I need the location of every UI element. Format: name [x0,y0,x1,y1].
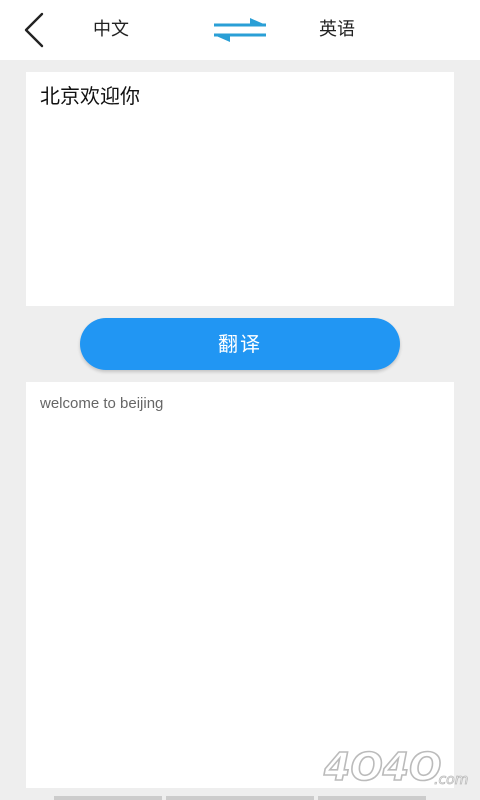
translation-result-panel: welcome to beijing [26,382,454,788]
swap-languages-button[interactable] [210,14,270,46]
chevron-left-icon [24,12,44,48]
watermark-suffix: .com [434,772,468,788]
bottom-tab-indicator [166,796,314,800]
bottom-tab-strip [54,796,426,800]
bottom-tab-indicator [318,796,426,800]
back-button[interactable] [14,10,54,50]
target-language-selector[interactable]: 英语 [319,0,355,60]
translate-button[interactable]: 翻译 [80,318,400,370]
top-bar: 中文 英语 [0,0,480,60]
translation-result-text: welcome to beijing [40,395,164,412]
source-text-input[interactable]: 北京欢迎你 [40,82,440,296]
source-language-selector[interactable]: 中文 [93,0,129,60]
source-text-panel[interactable]: 北京欢迎你 [26,72,454,306]
swap-arrows-icon [214,18,266,42]
site-watermark-logo: 4O4O .com [322,744,472,790]
watermark-text: 4O4O [323,745,442,789]
bottom-tab-indicator [54,796,162,800]
